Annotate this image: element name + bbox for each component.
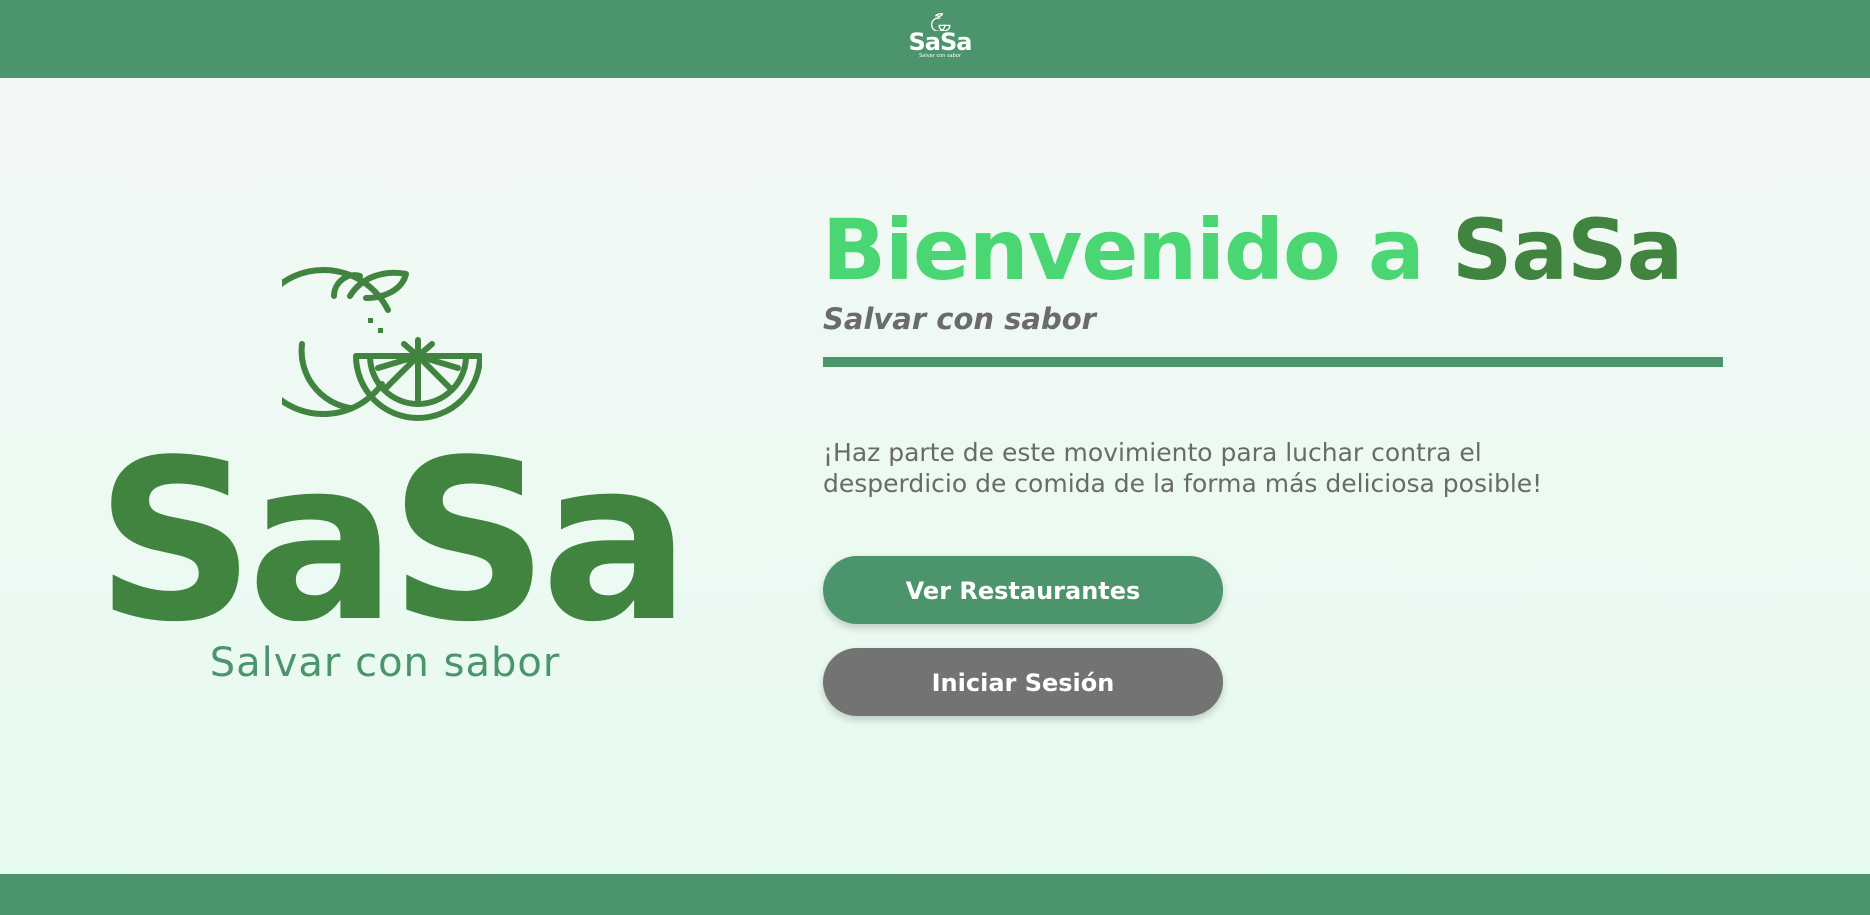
footer-bar: [0, 874, 1870, 915]
intro-text: ¡Haz parte de este movimiento para lucha…: [823, 438, 1543, 498]
page-subtitle: Salvar con sabor: [823, 302, 1096, 336]
title-divider: [823, 357, 1723, 367]
header-logo-wordmark: SaSa: [908, 28, 973, 56]
brand-tagline: Salvar con sabor: [209, 640, 561, 686]
header-logo[interactable]: SaSa Salvar con sabor: [904, 13, 976, 65]
page-title: Bienvenido a SaSa: [822, 200, 1683, 300]
view-restaurants-button[interactable]: Ver Restaurantes: [823, 556, 1223, 624]
brand-logo: SaSa Salvar con sabor: [60, 250, 710, 700]
page-title-brand: SaSa: [1451, 201, 1683, 299]
login-button[interactable]: Iniciar Sesión: [823, 648, 1223, 716]
orange-fruit-icon: [282, 267, 482, 421]
brand-wordmark: SaSa: [95, 413, 690, 671]
page-title-welcome: Bienvenido a: [822, 201, 1452, 299]
top-header-bar: SaSa Salvar con sabor: [0, 0, 1870, 78]
